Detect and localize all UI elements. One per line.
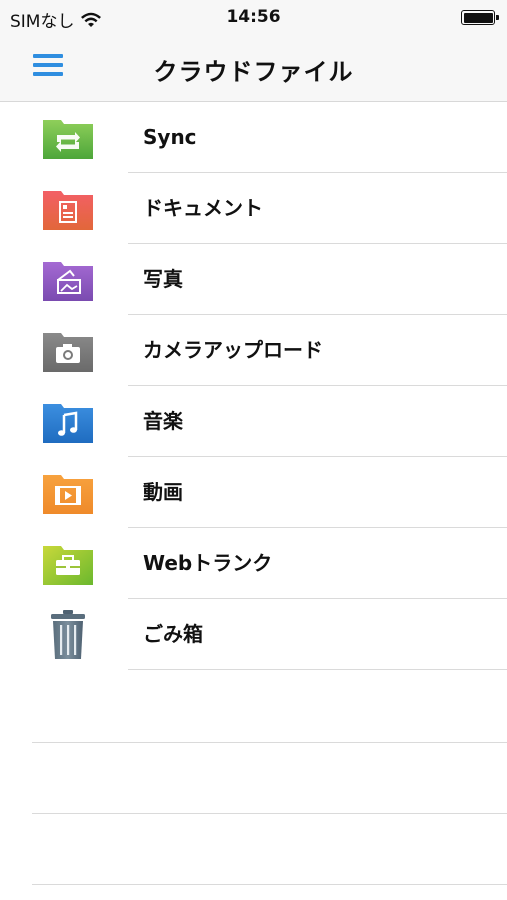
item-label: 動画	[143, 480, 183, 504]
status-bar: SIMなし 14:56	[0, 0, 507, 34]
list-item-trash[interactable]: ごみ箱	[0, 599, 507, 670]
empty-row-divider	[32, 813, 507, 814]
item-label: Sync	[143, 125, 197, 149]
sync-folder-icon	[43, 120, 93, 159]
item-label: 写真	[143, 267, 183, 291]
list-item-music[interactable]: 音楽	[0, 386, 507, 457]
music-folder-icon	[43, 404, 93, 443]
photo-folder-icon	[43, 262, 93, 301]
video-folder-icon	[43, 475, 93, 514]
list-item-camera-upload[interactable]: カメラアップロード	[0, 315, 507, 386]
page-title: クラウドファイル	[153, 58, 354, 86]
status-time: 14:56	[226, 7, 281, 27]
item-label: ドキュメント	[143, 196, 263, 220]
list-item-video[interactable]: 動画	[0, 457, 507, 528]
camera-folder-icon	[43, 333, 93, 372]
item-label: ごみ箱	[143, 622, 203, 646]
list-item-webtrunk[interactable]: Webトランク	[0, 528, 507, 599]
trash-icon	[51, 610, 85, 659]
empty-row-divider	[32, 742, 507, 743]
empty-row-divider	[32, 884, 507, 885]
item-label: Webトランク	[143, 551, 273, 575]
divider	[128, 669, 507, 670]
list-item-sync[interactable]: Sync	[0, 102, 507, 173]
file-list: Sync ドキュメント 写真 カメラアップロード 音楽 動画 Webトランク ご…	[0, 102, 507, 670]
item-label: 音楽	[143, 409, 183, 433]
navigation-bar: クラウドファイル	[0, 34, 507, 102]
list-item-documents[interactable]: ドキュメント	[0, 173, 507, 244]
item-label: カメラアップロード	[143, 338, 323, 362]
list-item-photos[interactable]: 写真	[0, 244, 507, 315]
document-folder-icon	[43, 191, 93, 230]
webtrunk-folder-icon	[43, 546, 93, 585]
battery-icon	[461, 10, 499, 25]
